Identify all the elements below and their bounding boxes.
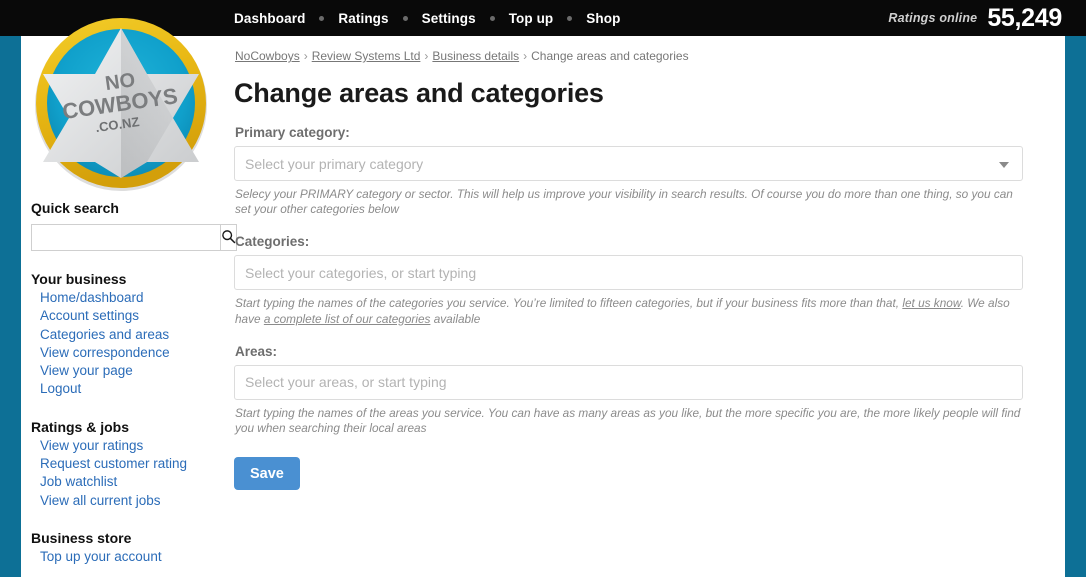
sidebar-group-title: Business store — [31, 529, 132, 546]
sidebar-item-logout[interactable]: Logout — [40, 380, 221, 398]
search-input[interactable] — [31, 224, 220, 251]
right-rail — [1065, 36, 1086, 577]
nav-separator-dot-icon — [489, 15, 495, 21]
top-nav-top-up[interactable]: Top up — [509, 11, 554, 26]
top-nav-shop[interactable]: Shop — [586, 11, 620, 26]
breadcrumb-separator: › — [424, 49, 429, 63]
categories-input[interactable] — [235, 256, 1022, 290]
save-button[interactable]: Save — [234, 457, 300, 491]
sidebar-item-home-dashboard[interactable]: Home/dashboard — [40, 289, 221, 307]
nav-separator-dot-icon — [567, 15, 573, 21]
sidebar-group-ratings-jobs: Ratings & jobs View your ratings Request… — [21, 419, 221, 510]
sidebar-group-business-store: Business store Top up your account — [21, 530, 221, 566]
sidebar-item-view-your-ratings[interactable]: View your ratings — [40, 437, 221, 455]
sidebar: Quick search Your business Home/dashboar… — [21, 200, 237, 566]
sidebar-group-title: Your business — [31, 271, 127, 287]
areas-field: Areas: Start typing the names of the are… — [234, 344, 1034, 436]
sidebar-item-categories-and-areas[interactable]: Categories and areas — [40, 326, 221, 344]
categories-label: Categories: — [235, 234, 310, 250]
sidebar-group-title: Ratings & jobs — [31, 418, 130, 435]
quick-search-row — [31, 224, 237, 251]
breadcrumb-item-current: Change areas and categories — [531, 49, 689, 63]
left-rail — [0, 36, 21, 577]
top-nav-settings[interactable]: Settings — [422, 11, 476, 26]
categories-help: Start typing the names of the categories… — [235, 296, 1025, 326]
sidebar-item-view-correspondence[interactable]: View correspondence — [40, 344, 221, 362]
primary-category-field: Primary category: Select your primary ca… — [234, 125, 1034, 217]
quick-search-title: Quick search — [31, 200, 119, 216]
nav-separator-dot-icon — [319, 15, 325, 21]
categories-field: Categories: Start typing the names of th… — [234, 234, 1034, 326]
areas-input-wrapper[interactable] — [234, 364, 1023, 400]
areas-input[interactable] — [235, 365, 1022, 399]
ratings-online-count: 55,249 — [987, 3, 1062, 32]
areas-help: Start typing the names of the areas you … — [235, 405, 1021, 436]
sidebar-group-your-business: Your business Home/dashboard Account set… — [21, 271, 221, 399]
sidebar-item-view-your-page[interactable]: View your page — [40, 362, 221, 380]
ratings-online-counter: Ratings online 55,249 — [888, 0, 1062, 36]
breadcrumb-item-business-details[interactable]: Business details — [432, 49, 519, 63]
complete-category-list-link[interactable]: a complete list of our categories — [264, 312, 431, 326]
sidebar-item-top-up-your-account[interactable]: Top up your account — [40, 548, 221, 566]
ratings-online-label: Ratings online — [888, 11, 978, 25]
sidebar-item-request-customer-rating[interactable]: Request customer rating — [40, 455, 221, 473]
breadcrumb-separator: › — [523, 49, 528, 63]
categories-help-text-1: Start typing the names of the categories… — [235, 296, 903, 311]
chevron-down-icon — [999, 161, 1009, 168]
page-title: Change areas and categories — [234, 78, 604, 108]
primary-category-help: Selecy your PRIMARY category or sector. … — [235, 187, 1013, 217]
nocowboys-logo[interactable]: NO COWBOYS .CO.NZ — [30, 12, 212, 194]
page-root: Dashboard Ratings Settings Top up Shop R… — [0, 0, 1086, 577]
let-us-know-link[interactable]: let us know — [902, 296, 960, 310]
sidebar-item-view-all-current-jobs[interactable]: View all current jobs — [40, 492, 221, 510]
top-nav-dashboard[interactable]: Dashboard — [234, 11, 305, 26]
top-nav-links: Dashboard Ratings Settings Top up Shop — [234, 0, 620, 36]
sidebar-item-job-watchlist[interactable]: Job watchlist — [40, 473, 221, 491]
primary-category-label: Primary category: — [235, 125, 350, 140]
categories-input-wrapper[interactable] — [234, 255, 1023, 291]
top-nav-ratings[interactable]: Ratings — [338, 11, 388, 26]
sidebar-item-account-settings[interactable]: Account settings — [40, 307, 221, 325]
main-content: NoCowboys › Review Systems Ltd › Business de… — [234, 48, 1034, 491]
breadcrumb-separator: › — [303, 49, 308, 63]
nav-separator-dot-icon — [402, 15, 408, 21]
breadcrumb-item-review-systems-ltd[interactable]: Review Systems Ltd — [312, 49, 421, 63]
primary-category-placeholder: Select your primary category — [245, 155, 424, 172]
categories-help-text-3: available — [430, 311, 481, 326]
primary-category-select[interactable]: Select your primary category — [234, 146, 1023, 181]
breadcrumb: NoCowboys › Review Systems Ltd › Business de… — [235, 48, 1034, 64]
areas-label: Areas: — [235, 343, 278, 359]
breadcrumb-item-nocowboys[interactable]: NoCowboys — [235, 49, 300, 63]
